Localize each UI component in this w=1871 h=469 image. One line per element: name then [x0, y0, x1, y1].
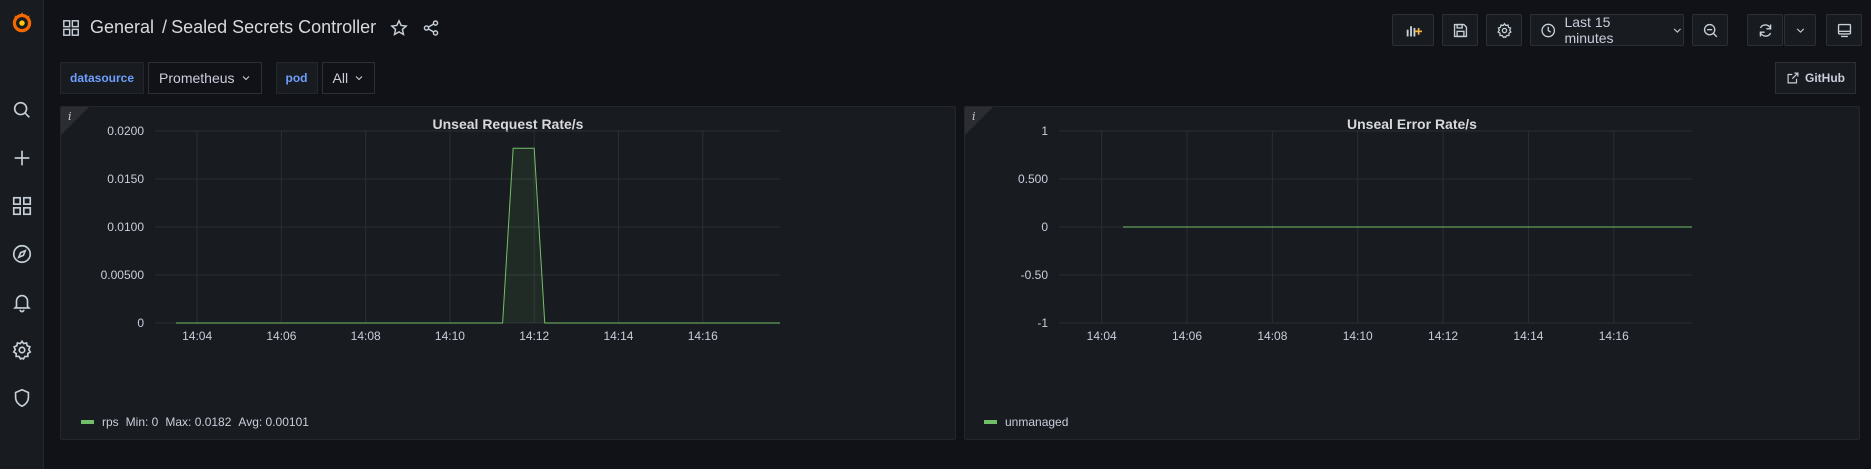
- time-range-label: Last 15 minutes: [1564, 14, 1614, 46]
- save-icon: [1453, 23, 1467, 37]
- external-link-icon: [1787, 72, 1799, 84]
- legend-avg: Avg: 0.00101: [238, 415, 309, 429]
- monitor-icon: [1837, 23, 1851, 37]
- breadcrumb: General / Sealed Secrets Controller: [62, 17, 440, 38]
- server-admin-shield-icon[interactable]: [0, 378, 44, 418]
- x-tick-label: 14:08: [1257, 329, 1287, 343]
- legend: rps Min: 0 Max: 0.0182 Avg: 0.00101: [81, 415, 309, 429]
- variable-value-datasource: Prometheus: [159, 70, 235, 86]
- y-tick-label: 0: [1041, 220, 1048, 234]
- chevron-down-icon: [1796, 27, 1804, 33]
- dashboard-settings-button[interactable]: [1486, 14, 1522, 46]
- x-tick-label: 14:14: [603, 329, 633, 343]
- search-icon[interactable]: [0, 90, 44, 130]
- star-icon[interactable]: [390, 18, 409, 37]
- x-tick-label: 14:14: [1513, 329, 1543, 343]
- legend-swatch[interactable]: [984, 420, 997, 424]
- legend-series-name[interactable]: rps: [102, 415, 119, 429]
- view-mode-button[interactable]: [1826, 14, 1862, 46]
- y-tick-label: -1: [1037, 316, 1048, 330]
- series-area-fill: [176, 148, 781, 323]
- alerting-bell-icon[interactable]: [0, 282, 44, 322]
- folder-link[interactable]: General: [90, 17, 154, 38]
- x-tick-label: 14:12: [519, 329, 549, 343]
- variable-select-pod[interactable]: All: [321, 62, 376, 94]
- refresh-icon: [1759, 23, 1771, 37]
- panel-unseal-error-rate: i Unseal Error Rate/s 1 0.500 0 -0.50 -1 14:0…: [964, 106, 1860, 440]
- y-tick-label: 0.0150: [107, 172, 144, 186]
- chevron-down-icon: [242, 76, 249, 81]
- legend-series-name[interactable]: unmanaged: [1005, 415, 1068, 429]
- plus-icon[interactable]: [0, 138, 44, 178]
- legend-min: Min: 0: [125, 415, 159, 429]
- refresh-interval-dropdown[interactable]: [1784, 14, 1816, 46]
- side-menu: [0, 0, 44, 469]
- x-tick-label: 14:04: [1087, 329, 1117, 343]
- variable-select-datasource[interactable]: Prometheus: [148, 62, 262, 94]
- dashboard-grid-icon: [63, 19, 79, 36]
- x-tick-label: 14:04: [182, 329, 212, 343]
- series-line: [176, 147, 780, 324]
- variable-value-pod: All: [332, 70, 349, 86]
- legend-swatch[interactable]: [81, 420, 94, 424]
- breadcrumb-separator: /: [162, 17, 168, 37]
- x-tick-label: 14:10: [435, 329, 465, 343]
- x-tick-label: 14:06: [1172, 329, 1202, 343]
- add-panel-button[interactable]: [1392, 14, 1434, 46]
- y-tick-label: 0.0100: [107, 220, 144, 234]
- panel-unseal-request-rate: i Unseal Request Rate/s 0 0.00500 0.0100 0.…: [60, 106, 956, 440]
- legend-max: Max: 0.0182: [165, 415, 232, 429]
- legend: unmanaged: [984, 415, 1068, 429]
- clock-icon: [1541, 23, 1556, 37]
- github-link-label: GitHub: [1805, 71, 1845, 85]
- gear-icon: [1496, 22, 1512, 38]
- add-panel-icon: [1406, 25, 1422, 36]
- y-tick-label: 0.00500: [101, 268, 145, 282]
- share-icon[interactable]: [422, 19, 440, 37]
- chevron-down-icon: [1674, 28, 1682, 33]
- x-tick-label: 14:08: [351, 329, 381, 343]
- refresh-button[interactable]: [1747, 14, 1783, 46]
- time-picker-button[interactable]: Last 15 minutes: [1530, 14, 1684, 46]
- x-tick-label: 14:16: [1599, 329, 1629, 343]
- save-dashboard-button[interactable]: [1442, 14, 1478, 46]
- x-tick-label: 14:06: [266, 329, 296, 343]
- grafana-logo-icon[interactable]: [0, 2, 44, 42]
- variable-label-pod: pod: [275, 62, 318, 94]
- explore-icon[interactable]: [0, 234, 44, 274]
- zoom-out-button[interactable]: [1692, 14, 1728, 46]
- variable-label-datasource: datasource: [60, 62, 145, 94]
- x-tick-label: 14:10: [1343, 329, 1373, 343]
- template-variables: datasource Prometheus pod All: [60, 62, 376, 94]
- graph-canvas[interactable]: 0 0.00500 0.0100 0.0150 0.0200 14:04 14:06 14:0…: [61, 107, 956, 407]
- y-tick-label: 0.500: [1018, 172, 1048, 186]
- github-link-button[interactable]: GitHub: [1775, 62, 1856, 94]
- dashboards-icon[interactable]: [0, 186, 44, 226]
- y-tick-label: -0.50: [1021, 268, 1049, 282]
- graph-canvas[interactable]: 1 0.500 0 -0.50 -1 14:04 14:06 14:08 14:10 14:12 1…: [965, 107, 1860, 407]
- dashboard-title[interactable]: Sealed Secrets Controller: [171, 17, 376, 38]
- top-bar: General / Sealed Secrets Controller Last…: [44, 0, 1871, 60]
- y-tick-label: 0: [137, 316, 144, 330]
- x-tick-label: 14:12: [1428, 329, 1458, 343]
- y-tick-label: 0.0200: [107, 124, 144, 138]
- x-tick-label: 14:16: [688, 329, 718, 343]
- chevron-down-icon: [355, 76, 363, 81]
- y-tick-label: 1: [1041, 124, 1048, 138]
- configuration-gear-icon[interactable]: [0, 330, 44, 370]
- zoom-out-icon: [1703, 23, 1717, 37]
